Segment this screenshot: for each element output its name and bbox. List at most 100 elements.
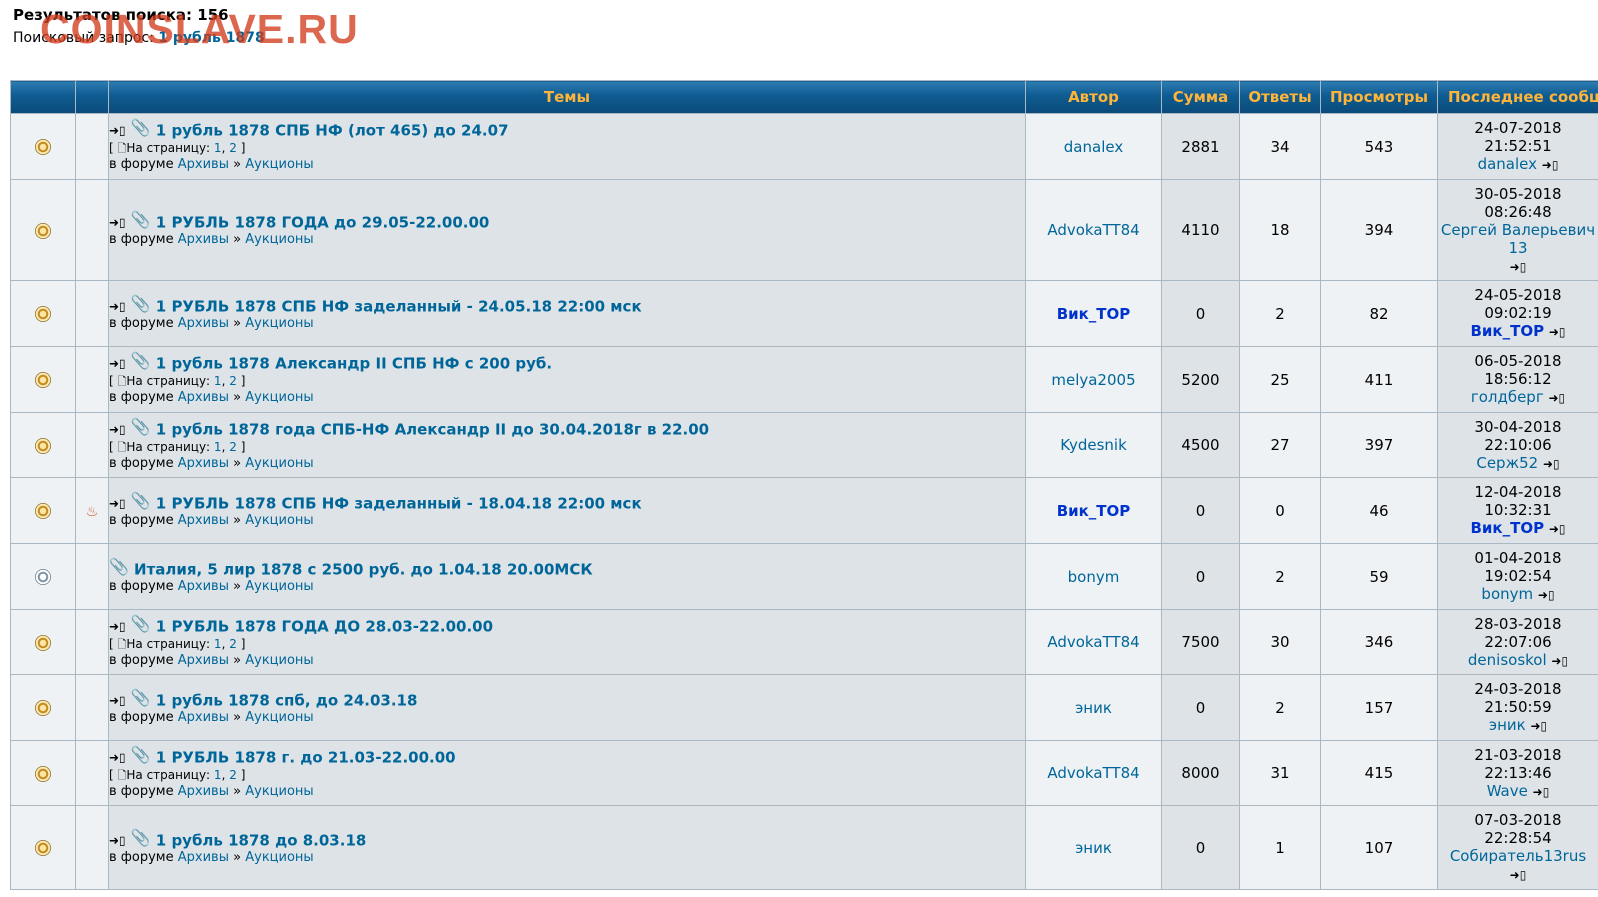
topic-title-link[interactable]: Италия, 5 лир 1878 с 2500 руб. до 1.04.1… <box>134 560 593 578</box>
subforum-link[interactable]: Аукционы <box>245 653 313 668</box>
last-post-user-link[interactable]: эник <box>1489 716 1526 734</box>
page-link[interactable]: 1 <box>214 374 222 388</box>
forum-link[interactable]: Архивы <box>178 653 229 668</box>
last-post-user-link[interactable]: Собиратель13rus <box>1450 847 1586 865</box>
last-post-user-link[interactable]: bonym <box>1481 585 1533 603</box>
views-cell: 543 <box>1320 113 1438 180</box>
newest-post-icon[interactable]: ➜▯ <box>110 299 126 313</box>
table-row: ➜▯ 📎 1 рубль 1878 Александр II СПБ НФ с … <box>10 346 1598 413</box>
header-hot-col <box>75 80 109 114</box>
forum-link[interactable]: Архивы <box>178 390 229 405</box>
forum-link[interactable]: Архивы <box>178 513 229 528</box>
replies-cell: 0 <box>1239 477 1321 544</box>
forum-link[interactable]: Архивы <box>178 579 229 594</box>
last-post-user-link[interactable]: Серж52 <box>1476 454 1538 472</box>
author-link[interactable]: bonym <box>1068 568 1120 586</box>
table-row: ➜▯ 📎 1 рубль 1878 года СПБ-НФ Александр … <box>10 412 1598 478</box>
goto-last-post-icon[interactable]: ➜▯ <box>1551 654 1568 668</box>
author-link[interactable]: AdvokaTT84 <box>1047 633 1139 651</box>
topic-folder-icon <box>35 700 51 716</box>
author-link[interactable]: Kydesnik <box>1060 436 1127 454</box>
subforum-link[interactable]: Аукционы <box>245 390 313 405</box>
last-post-user-link[interactable]: Вик_ТОР <box>1470 519 1544 537</box>
topic-title-link[interactable]: 1 РУБЛЬ 1878 СПБ НФ заделанный - 24.05.1… <box>156 297 642 315</box>
forum-link[interactable]: Архивы <box>178 784 229 799</box>
page-link[interactable]: 1 <box>214 768 222 782</box>
topic-title-link[interactable]: 1 РУБЛЬ 1878 ГОДА ДО 28.03-22.00.00 <box>156 617 493 635</box>
subforum-link[interactable]: Аукционы <box>245 579 313 594</box>
last-post-user-link[interactable]: Вик_ТОР <box>1470 322 1544 340</box>
goto-last-post-icon[interactable]: ➜▯ <box>1533 785 1550 799</box>
page-link[interactable]: 1 <box>214 440 222 454</box>
last-post-user-link[interactable]: Сергей Валерьевич 13 <box>1441 221 1595 257</box>
subforum-link[interactable]: Аукционы <box>245 710 313 725</box>
page-link[interactable]: 1 <box>214 637 222 651</box>
newest-post-icon[interactable]: ➜▯ <box>110 496 126 510</box>
author-link[interactable]: эник <box>1075 839 1112 857</box>
attachment-icon: 📎 <box>130 744 151 764</box>
topic-title-link[interactable]: 1 рубль 1878 спб, до 24.03.18 <box>156 691 418 709</box>
author-link[interactable]: Вик_ТОР <box>1057 502 1131 520</box>
forum-link[interactable]: Архивы <box>178 710 229 725</box>
goto-last-post-icon[interactable]: ➜▯ <box>1549 325 1566 339</box>
newest-post-icon[interactable]: ➜▯ <box>110 216 126 230</box>
subforum-link[interactable]: Аукционы <box>245 316 313 331</box>
page-link[interactable]: 1 <box>214 141 222 155</box>
page-link[interactable]: 2 <box>229 440 237 454</box>
last-post-user-link[interactable]: denisoskol <box>1468 651 1547 669</box>
author-link[interactable]: Вик_ТОР <box>1057 305 1131 323</box>
author-link[interactable]: melya2005 <box>1051 371 1135 389</box>
newest-post-icon[interactable]: ➜▯ <box>110 124 126 138</box>
goto-last-post-icon[interactable]: ➜▯ <box>1549 391 1566 405</box>
subforum-link[interactable]: Аукционы <box>245 784 313 799</box>
goto-last-post-icon[interactable]: ➜▯ <box>1530 719 1547 733</box>
topic-title-link[interactable]: 1 рубль 1878 Александр II СПБ НФ с 200 р… <box>156 355 552 373</box>
attachment-icon: 📎 <box>130 293 151 313</box>
topic-folder-icon <box>35 840 51 856</box>
page-link[interactable]: 2 <box>229 768 237 782</box>
topic-title-link[interactable]: 1 рубль 1878 СПБ НФ (лот 465) до 24.07 <box>156 122 509 140</box>
forum-link[interactable]: Архивы <box>178 157 229 172</box>
author-link[interactable]: AdvokaTT84 <box>1047 764 1139 782</box>
goto-last-post-icon[interactable]: ➜▯ <box>1543 457 1560 471</box>
forum-link[interactable]: Архивы <box>178 316 229 331</box>
goto-last-post-icon[interactable]: ➜▯ <box>1538 588 1555 602</box>
newest-post-icon[interactable]: ➜▯ <box>110 619 126 633</box>
newest-post-icon[interactable]: ➜▯ <box>110 422 126 436</box>
author-link[interactable]: эник <box>1075 699 1112 717</box>
subforum-link[interactable]: Аукционы <box>245 513 313 528</box>
last-post-user-link[interactable]: голдберг <box>1471 388 1544 406</box>
topic-title-link[interactable]: 1 РУБЛЬ 1878 СПБ НФ заделанный - 18.04.1… <box>156 494 642 512</box>
newest-post-icon[interactable]: ➜▯ <box>110 833 126 847</box>
forum-link[interactable]: Архивы <box>178 850 229 865</box>
goto-last-post-icon[interactable]: ➜▯ <box>1549 522 1566 536</box>
goto-last-post-icon[interactable]: ➜▯ <box>1542 158 1559 172</box>
topic-title-link[interactable]: 1 рубль 1878 года СПБ-НФ Александр II до… <box>156 420 709 438</box>
subforum-link[interactable]: Аукционы <box>245 157 313 172</box>
forum-link[interactable]: Архивы <box>178 456 229 471</box>
topic-title-link[interactable]: 1 РУБЛЬ 1878 ГОДА до 29.05-22.00.00 <box>156 214 490 232</box>
newest-post-icon[interactable]: ➜▯ <box>110 693 126 707</box>
author-link[interactable]: danalex <box>1064 138 1123 156</box>
last-post-user-link[interactable]: danalex <box>1478 155 1537 173</box>
subforum-link[interactable]: Аукционы <box>245 850 313 865</box>
forum-link[interactable]: Архивы <box>178 232 229 247</box>
goto-last-post-icon[interactable]: ➜▯ <box>1510 260 1527 274</box>
last-post-cell: 30-05-2018 08:26:48 Сергей Валерьевич 13… <box>1437 179 1598 281</box>
topic-title-link[interactable]: 1 рубль 1878 до 8.03.18 <box>156 831 367 849</box>
page-link[interactable]: 2 <box>229 637 237 651</box>
last-post-cell: 06-05-2018 18:56:12 голдберг ➜▯ <box>1437 346 1598 413</box>
table-row: ➜▯ 📎 1 рубль 1878 до 8.03.18 в форуме Ар… <box>10 805 1598 890</box>
subforum-link[interactable]: Аукционы <box>245 456 313 471</box>
topic-title-link[interactable]: 1 РУБЛЬ 1878 г. до 21.03-22.00.00 <box>156 748 456 766</box>
newest-post-icon[interactable]: ➜▯ <box>110 357 126 371</box>
replies-cell: 25 <box>1239 346 1321 413</box>
goto-last-post-icon[interactable]: ➜▯ <box>1510 868 1527 882</box>
page-link[interactable]: 2 <box>229 141 237 155</box>
page-link[interactable]: 2 <box>229 374 237 388</box>
subforum-link[interactable]: Аукционы <box>245 232 313 247</box>
last-post-user-link[interactable]: Wave <box>1487 782 1528 800</box>
newest-post-icon[interactable]: ➜▯ <box>110 750 126 764</box>
topic-pages: [ 🗋На страницу: 1, 2 ] <box>109 141 246 155</box>
author-link[interactable]: AdvokaTT84 <box>1047 221 1139 239</box>
